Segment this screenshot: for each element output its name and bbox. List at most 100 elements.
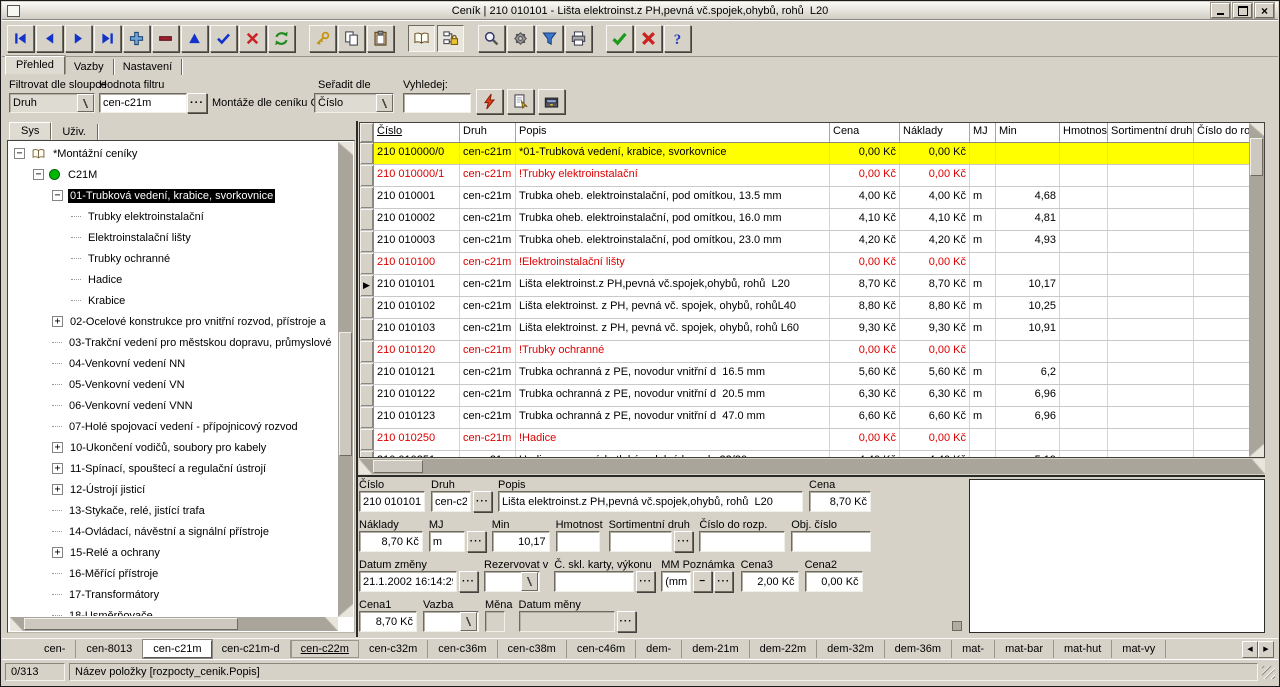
column-header-3[interactable]: Cena	[830, 123, 900, 142]
rezervovat-v-field[interactable]	[484, 571, 540, 592]
tree-node[interactable]: −C21M	[10, 164, 338, 185]
tree-node[interactable]: −01-Trubková vedení, krabice, svorkovnic…	[10, 185, 338, 206]
tree-node[interactable]: 13-Stykače, relé, jistící trafa	[10, 500, 338, 521]
expand-icon[interactable]: +	[52, 316, 63, 327]
last-button[interactable]	[94, 25, 121, 52]
tree-tab-sys[interactable]: Sys	[9, 122, 51, 140]
column-header-5[interactable]: MJ	[970, 123, 996, 142]
insert-button[interactable]	[123, 25, 150, 52]
copy-button[interactable]	[338, 25, 365, 52]
scroll-down-icon[interactable]	[338, 604, 353, 617]
tree-node[interactable]: +15-Relé a ochrany	[10, 542, 338, 563]
pricelist-tab-cen-c32m[interactable]: cen-c32m	[359, 640, 428, 658]
filter-value-input[interactable]: cen-c21m	[99, 93, 187, 113]
table-row[interactable]: 210 010001cen-c21mTrubka oheb. elektroin…	[360, 187, 1264, 209]
tree-node[interactable]: +12-Ústrojí jisticí	[10, 479, 338, 500]
obj-cislo-field[interactable]	[791, 531, 871, 552]
datum-zmeny-field[interactable]: 21.1.2002 16:14:29	[359, 571, 457, 592]
mm-poznamka-field[interactable]: (mme	[661, 571, 691, 592]
pricelist-tab-dem-[interactable]: dem-	[636, 640, 682, 658]
tree-node[interactable]: 18-Usměrňovače	[10, 605, 338, 616]
panel-splitter[interactable]	[356, 121, 358, 637]
ellipsis-button[interactable]: ···	[473, 491, 492, 512]
tab-scroll-right-button[interactable]: ▶	[1258, 641, 1274, 658]
tree-node[interactable]: Hadice	[10, 269, 338, 290]
tab-scroll-left-button[interactable]: ◀	[1242, 641, 1258, 658]
edit-button[interactable]	[181, 25, 208, 52]
column-header-7[interactable]: Hmotnost	[1060, 123, 1108, 142]
report-button[interactable]	[507, 89, 534, 114]
scrollbar-thumb[interactable]	[339, 332, 352, 456]
tree-node[interactable]: Trubky ochranné	[10, 248, 338, 269]
table-row[interactable]: 210 010122cen-c21mTrubka ochranná z PE, …	[360, 385, 1264, 407]
tree-node[interactable]: Elektroinstalační lišty	[10, 227, 338, 248]
hmotnost-field[interactable]	[556, 531, 600, 552]
key-button[interactable]	[309, 25, 336, 52]
table-row[interactable]: 210 010002cen-c21mTrubka oheb. elektroin…	[360, 209, 1264, 231]
sortimentni-druh-field[interactable]	[609, 531, 673, 552]
memo-mini-button[interactable]	[952, 621, 962, 631]
vazba-field[interactable]	[423, 611, 479, 632]
dropdown-icon[interactable]	[521, 572, 538, 591]
tree-node[interactable]: +11-Spínací, spouštecí a regulační ústro…	[10, 458, 338, 479]
tree-lock-button[interactable]	[437, 25, 464, 52]
pricelist-tab-cen-c46m[interactable]: cen-c46m	[567, 640, 636, 658]
filter-button[interactable]	[536, 25, 563, 52]
pricelist-tab-cen-[interactable]: cen-	[34, 640, 76, 658]
resize-grip-icon[interactable]	[1262, 666, 1275, 679]
next-button[interactable]	[65, 25, 92, 52]
pricelist-tab-cen-c21m[interactable]: cen-c21m	[143, 640, 211, 658]
column-header-2[interactable]: Popis	[516, 123, 830, 142]
apply-button[interactable]	[606, 25, 633, 52]
cancel-button[interactable]	[239, 25, 266, 52]
collapse-icon[interactable]: −	[33, 169, 44, 180]
minimize-button[interactable]	[1211, 3, 1230, 18]
scroll-down-icon[interactable]	[1249, 444, 1264, 457]
ellipsis-button[interactable]: ···	[674, 531, 693, 552]
ellipsis-button[interactable]: ···	[617, 611, 636, 632]
datum-meny-field[interactable]	[519, 611, 615, 632]
ellipsis-button[interactable]: ···	[714, 571, 733, 592]
tree-node[interactable]: Krabice	[10, 290, 338, 311]
cena2-field[interactable]: 0,00 Kč	[805, 571, 863, 592]
close-button[interactable]	[635, 25, 662, 52]
column-header-0[interactable]: Číslo	[374, 123, 460, 142]
pricelist-tab-mat-[interactable]: mat-	[952, 640, 995, 658]
pricelist-tab-dem-22m[interactable]: dem-22m	[750, 640, 817, 658]
expand-icon[interactable]: +	[52, 484, 63, 495]
pricelist-tab-mat-vy[interactable]: mat-vy	[1112, 640, 1166, 658]
table-row[interactable]: 210 010120cen-c21m!Trubky ochranné0,00 K…	[360, 341, 1264, 363]
pricelist-tab-mat-hut[interactable]: mat-hut	[1054, 640, 1112, 658]
column-header-6[interactable]: Min	[996, 123, 1060, 142]
c-skl-karty-vykonu-field[interactable]	[554, 571, 634, 592]
pricelist-tab-cen-c21m-d[interactable]: cen-c21m-d	[212, 640, 291, 658]
popis-field[interactable]: Lišta elektroinst.z PH,pevná vč.spojek,o…	[498, 491, 803, 512]
minus-button[interactable]: −	[693, 571, 712, 592]
scroll-right-icon[interactable]	[325, 617, 338, 631]
close-button[interactable]: ×	[1255, 3, 1274, 18]
tree-node[interactable]: 17-Transformátory	[10, 584, 338, 605]
pricelist-tab-dem-36m[interactable]: dem-36m	[885, 640, 952, 658]
mj-field[interactable]: m	[429, 531, 465, 552]
column-header-8[interactable]: Sortimentní druh	[1108, 123, 1194, 142]
table-row[interactable]: 210 010000/1cen-c21m!Trubky elektroinsta…	[360, 165, 1264, 187]
table-row[interactable]: 210 010100cen-c21m!Elektroinstalační liš…	[360, 253, 1264, 275]
paste-button[interactable]	[367, 25, 394, 52]
collapse-icon[interactable]: −	[14, 148, 25, 159]
cislo-do-rozp-field[interactable]	[699, 531, 785, 552]
table-vertical-scrollbar[interactable]	[1249, 123, 1264, 457]
cislo-field[interactable]: 210 010101	[359, 491, 425, 512]
table-row[interactable]: 210 010251cen-c21mHadice guma, nízkotlak…	[360, 451, 1264, 458]
tree-node[interactable]: 07-Holé spojovací vedení - přípojnicový …	[10, 416, 338, 437]
table-horizontal-scrollbar[interactable]	[359, 459, 1265, 474]
search-execute-button[interactable]	[476, 89, 503, 114]
pricelist-tab-cen-c22m[interactable]: cen-c22m	[291, 640, 359, 658]
tree-node[interactable]: 16-Měřící přístroje	[10, 563, 338, 584]
min-field[interactable]: 10,17	[492, 531, 550, 552]
scrollbar-thumb[interactable]	[24, 618, 238, 630]
expand-icon[interactable]: +	[52, 547, 63, 558]
tree-node[interactable]: Trubky elektroinstalační	[10, 206, 338, 227]
naklady-field[interactable]: 8,70 Kč	[359, 531, 423, 552]
filter-column-select[interactable]: Druh	[9, 93, 95, 113]
ellipsis-button[interactable]: ···	[467, 531, 486, 552]
